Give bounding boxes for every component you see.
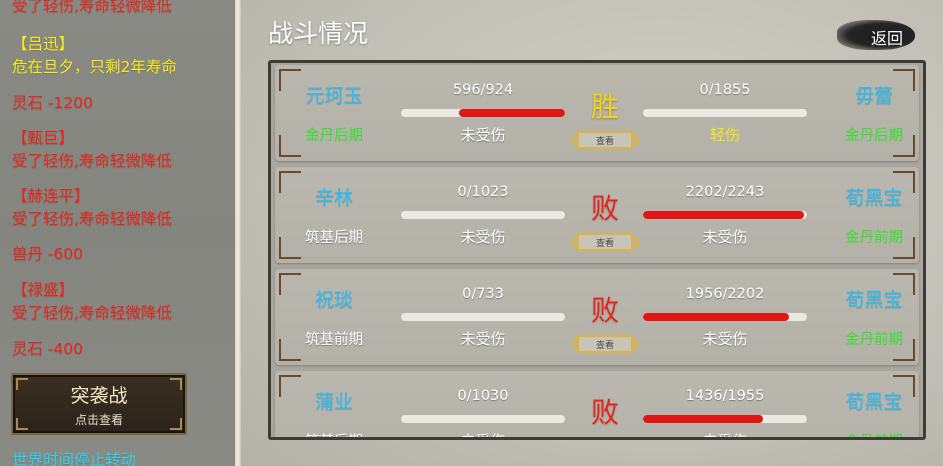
enemy-realm: 金丹前期 [845, 332, 903, 348]
view-details-button[interactable]: 查看 [577, 233, 633, 251]
back-button-label: 返回 [871, 29, 904, 48]
enemy-realm: 金丹后期 [845, 128, 903, 144]
enemy-realm: 金丹前期 [845, 230, 903, 246]
log-entry: 受了轻伤,寿命轻微降低 [12, 304, 172, 322]
ally-hp-text: 596/924 [452, 82, 514, 98]
battle-card: 蒲业 筑基后期 0/1030 未受伤 败 查看 1436/1955 未受伤 荀黑… [275, 371, 919, 440]
ally-realm: 筑基前期 [305, 332, 363, 348]
battle-card: 元珂玉 金丹后期 596/924 未受伤 胜 查看 0/1855 轻伤 毋蕾 金… [275, 65, 919, 161]
raid-button-subtitle: 点击查看 [74, 413, 123, 427]
back-button[interactable]: 返回 [837, 20, 915, 50]
ally-hp-bar [401, 313, 565, 321]
log-entry: 受了轻伤,寿命轻微降低 [12, 152, 172, 170]
view-details-button[interactable]: 查看 [577, 131, 633, 149]
enemy-hp-fill [643, 415, 764, 423]
view-details-button[interactable]: 查看 [577, 335, 633, 353]
battle-card: 辛林 筑基后期 0/1023 未受伤 败 查看 2202/2243 未受伤 荀黑… [275, 167, 919, 263]
view-button-label: 查看 [595, 341, 614, 351]
enemy-hp-bar [643, 313, 807, 321]
enemy-status: 未受伤 [702, 228, 748, 246]
view-button-label: 查看 [595, 137, 614, 147]
ally-hp-bar [401, 109, 565, 117]
page-title: 战斗情况 [268, 19, 369, 48]
battle-result: 败 [590, 192, 619, 225]
ally-status: 未受伤 [460, 126, 506, 144]
ally-status: 未受伤 [460, 330, 506, 348]
ally-hp-text: 0/733 [462, 286, 504, 302]
ally-name: 祝琰 [314, 289, 353, 311]
enemy-name: 荀黑宝 [845, 391, 903, 413]
enemy-hp-fill [643, 211, 805, 219]
ally-name: 辛林 [314, 187, 353, 209]
log-entry: 受了轻伤,寿命轻微降低 [12, 0, 172, 15]
ally-realm: 筑基后期 [305, 230, 363, 246]
ally-realm: 金丹后期 [305, 128, 363, 144]
ally-hp-text: 0/1023 [457, 184, 509, 200]
battle-result: 胜 [590, 90, 619, 123]
battle-card: 祝琰 筑基前期 0/733 未受伤 败 查看 1956/2202 未受伤 荀黑宝… [275, 269, 919, 365]
world-time-status: 世界时间停止转动 [12, 451, 137, 466]
battle-result: 败 [590, 294, 619, 327]
ally-status: 未受伤 [401, 430, 565, 437]
enemy-status: 未受伤 [702, 330, 748, 348]
enemy-hp-bar [643, 109, 807, 117]
enemy-name: 荀黑宝 [845, 187, 903, 209]
enemy-name: 荀黑宝 [845, 289, 903, 311]
ally-name: 蒲业 [314, 391, 353, 413]
ally-hp-fill [459, 109, 565, 117]
enemy-hp-text: 2202/2243 [685, 184, 765, 200]
ally-realm: 筑基后期 [279, 430, 389, 437]
log-entry: 灵石 -400 [12, 340, 84, 358]
ally-hp-bar [401, 211, 565, 219]
enemy-hp-fill [643, 313, 789, 321]
log-entry: 受了轻伤,寿命轻微降低 [12, 210, 172, 228]
battle-result-panel: 战斗情况 返回 元珂玉 金丹后期 596/924 未受伤 胜 查看 0/1855… [241, 0, 943, 466]
battle-log-panel[interactable]: 受了轻伤,寿命轻微降低 【吕迅】 危在旦夕，只剩2年寿命 灵石 -1200 【甄巨】 受了… [0, 0, 235, 466]
enemy-status: 轻伤 [709, 126, 740, 144]
log-entry: 【禄盛】 [12, 281, 75, 299]
enemy-status: 未受伤 [643, 430, 807, 437]
raid-battle-button[interactable]: 突袭战 点击查看 [11, 373, 187, 435]
log-entry: 兽丹 -600 [12, 245, 84, 263]
log-entry: 【吕迅】 [12, 35, 75, 53]
enemy-hp-text: 1956/2202 [685, 286, 765, 302]
view-details-button[interactable]: 查看 [577, 437, 633, 440]
log-entry: 危在旦夕，只剩2年寿命 [12, 58, 177, 76]
view-button-label: 查看 [595, 239, 614, 249]
battle-result: 败 [590, 396, 619, 429]
enemy-hp-text: 1436/1955 [685, 388, 765, 404]
enemy-realm: 金丹前期 [819, 430, 923, 437]
log-entry: 【甄巨】 [12, 129, 75, 147]
enemy-hp-bar [643, 211, 807, 219]
enemy-name: 毋蕾 [854, 85, 893, 107]
battle-list[interactable]: 元珂玉 金丹后期 596/924 未受伤 胜 查看 0/1855 轻伤 毋蕾 金… [268, 60, 926, 440]
enemy-hp-bar [643, 415, 807, 423]
ally-hp-bar [401, 415, 565, 423]
raid-button-title: 突袭战 [70, 385, 128, 407]
ally-name: 元珂玉 [305, 85, 363, 107]
ally-status: 未受伤 [460, 228, 506, 246]
log-entry: 灵石 -1200 [12, 94, 93, 112]
ally-hp-text: 0/1030 [457, 388, 509, 404]
enemy-hp-text: 0/1855 [699, 82, 751, 98]
log-entry: 【赫连平】 [12, 187, 90, 205]
